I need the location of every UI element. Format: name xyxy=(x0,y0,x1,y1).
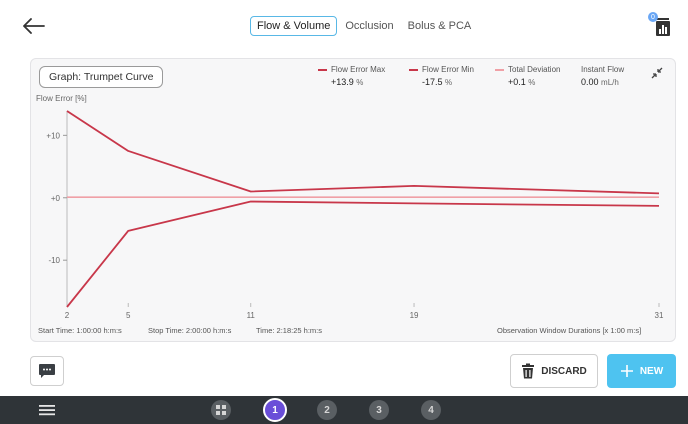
legend-instant-flow: Instant Flow 0.00 mL/h xyxy=(581,65,624,87)
grid-view-button[interactable] xyxy=(211,400,231,420)
nav-step-1[interactable]: 1 xyxy=(263,398,287,422)
x-tick-label: 19 xyxy=(410,311,419,320)
start-time-label: Start Time: 1:00:00 h:m:s xyxy=(38,326,122,335)
back-button[interactable] xyxy=(20,12,48,40)
legend-label: Instant Flow xyxy=(581,65,625,74)
legend-value: 0.00 xyxy=(581,77,599,87)
tab-bar: Flow & Volume Occlusion Bolus & PCA xyxy=(250,14,477,38)
tab-occlusion[interactable]: Occlusion xyxy=(339,16,399,36)
legend-swatch xyxy=(318,68,327,71)
legend-label: Total Deviation xyxy=(508,65,561,74)
nav-step-3[interactable]: 3 xyxy=(369,400,389,420)
hamburger-menu-icon[interactable] xyxy=(38,402,56,418)
trumpet-curve-chart: +10 +0 -10 2 5 11 19 31 xyxy=(46,110,664,320)
legend-total-deviation: Total Deviation +0.1 % xyxy=(495,65,560,87)
y-axis-title: Flow Error [%] xyxy=(36,94,87,103)
new-button[interactable]: NEW xyxy=(607,354,676,388)
chart-card: +10 +0 -10 2 5 11 19 31 Graph: Trumpet Curve Fl… xyxy=(30,58,676,342)
bottom-nav-bar: 1 2 3 4 xyxy=(0,396,688,424)
discard-label: DISCARD xyxy=(541,365,587,377)
plus-icon xyxy=(620,365,633,377)
device-badge: 0 xyxy=(648,12,658,22)
y-tick-label: +10 xyxy=(46,131,60,140)
x-axis-label: Observation Window Durations [x 1:00 m:s… xyxy=(497,326,642,335)
graph-selector-button[interactable]: Graph: Trumpet Curve xyxy=(39,66,164,88)
y-tick-label: +0 xyxy=(51,194,61,203)
discard-button[interactable]: DISCARD xyxy=(510,354,598,388)
new-label: NEW xyxy=(639,365,664,377)
series-line-flow-error-max xyxy=(66,110,660,195)
x-tick-label: 2 xyxy=(65,311,70,320)
chat-bubble-icon xyxy=(39,364,55,378)
arrows-collapse-icon xyxy=(651,67,663,79)
legend-swatch xyxy=(409,68,418,71)
series-line-flow-error-min xyxy=(66,200,660,308)
legend-unit: mL/h xyxy=(601,78,619,87)
collapse-icon[interactable] xyxy=(649,65,665,81)
grid-icon xyxy=(216,405,226,415)
stop-time-label: Stop Time: 2:00:00 h:m:s xyxy=(148,326,232,335)
elapsed-time-label: Time: 2:18:25 h:m:s xyxy=(256,326,322,335)
trash-icon xyxy=(522,363,535,379)
legend-unit: % xyxy=(356,78,364,87)
comment-button[interactable] xyxy=(30,356,64,386)
x-tick-label: 31 xyxy=(655,311,664,320)
menu-lines-icon xyxy=(39,405,55,416)
legend-flow-error-min: Flow Error Min -17.5 % xyxy=(409,65,474,87)
tab-bolus-pca[interactable]: Bolus & PCA xyxy=(402,16,478,36)
legend-label: Flow Error Max xyxy=(331,65,386,74)
nav-step-4[interactable]: 4 xyxy=(421,400,441,420)
legend-label: Flow Error Min xyxy=(422,65,475,74)
legend-flow-error-max: Flow Error Max +13.9 % xyxy=(318,65,385,87)
legend-value: +13.9 xyxy=(331,77,354,87)
x-tick-label: 11 xyxy=(247,311,256,320)
legend-swatch xyxy=(495,68,504,71)
legend-value: -17.5 xyxy=(422,77,443,87)
device-status-button[interactable]: 0 xyxy=(648,12,674,38)
tab-flow-volume[interactable]: Flow & Volume xyxy=(250,16,338,36)
nav-step-2[interactable]: 2 xyxy=(317,400,337,420)
header-bar: Flow & Volume Occlusion Bolus & PCA 0 xyxy=(0,0,688,52)
legend-value: +0.1 xyxy=(508,77,526,87)
arrow-left-icon xyxy=(23,18,45,34)
legend-unit: % xyxy=(528,78,536,87)
y-tick-label: -10 xyxy=(48,256,60,265)
x-tick-label: 5 xyxy=(126,311,131,320)
legend-unit: % xyxy=(445,78,453,87)
